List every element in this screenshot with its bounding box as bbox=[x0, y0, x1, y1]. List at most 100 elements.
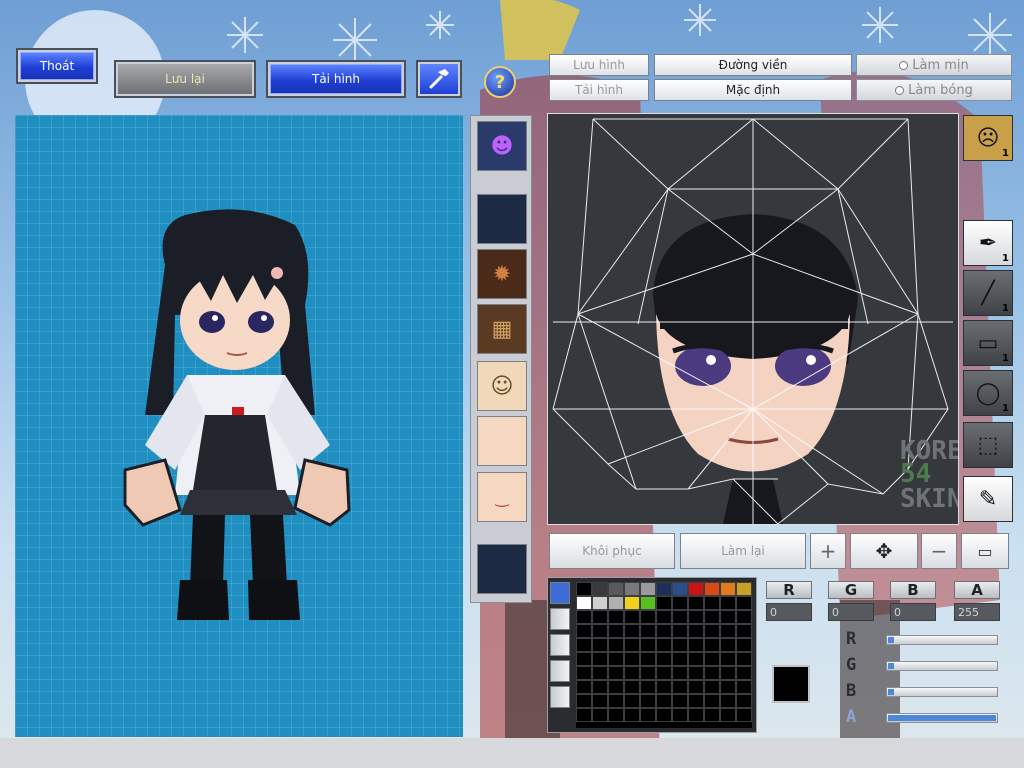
palette-swatch[interactable] bbox=[720, 596, 736, 610]
thumb-empty-2[interactable] bbox=[477, 544, 527, 594]
palette-swatch[interactable] bbox=[624, 666, 640, 680]
restore-button[interactable]: Khôi phục bbox=[549, 533, 675, 569]
palette-swatch[interactable] bbox=[640, 652, 656, 666]
palette-swatch[interactable] bbox=[720, 652, 736, 666]
palette-tab-2[interactable] bbox=[550, 608, 570, 630]
palette-swatch[interactable] bbox=[672, 596, 688, 610]
palette-swatch[interactable] bbox=[688, 638, 704, 652]
help-button[interactable]: ? bbox=[484, 66, 516, 98]
palette-swatch[interactable] bbox=[608, 680, 624, 694]
palette-swatch[interactable] bbox=[704, 638, 720, 652]
r-slider-track[interactable] bbox=[886, 635, 998, 645]
palette-swatch[interactable] bbox=[608, 694, 624, 708]
palette-swatch[interactable] bbox=[592, 624, 608, 638]
palette-swatch[interactable] bbox=[576, 596, 592, 610]
redo-button[interactable]: Làm lại bbox=[680, 533, 806, 569]
palette-swatch[interactable] bbox=[592, 638, 608, 652]
palette-swatch[interactable] bbox=[688, 624, 704, 638]
hammer-button[interactable] bbox=[416, 60, 462, 98]
palette-swatch[interactable] bbox=[624, 582, 640, 596]
palette-swatch[interactable] bbox=[672, 652, 688, 666]
palette-swatch[interactable] bbox=[576, 624, 592, 638]
palette-swatch[interactable] bbox=[720, 610, 736, 624]
move-button[interactable]: ✥ bbox=[850, 533, 918, 569]
palette-swatch[interactable] bbox=[624, 596, 640, 610]
palette-swatch[interactable] bbox=[656, 624, 672, 638]
b-slider[interactable]: B bbox=[846, 681, 998, 701]
palette-swatch[interactable] bbox=[640, 638, 656, 652]
palette-swatch[interactable] bbox=[688, 596, 704, 610]
a-slider[interactable]: A bbox=[846, 707, 998, 727]
palette-swatch[interactable] bbox=[656, 652, 672, 666]
b-value-field[interactable]: 0 bbox=[890, 603, 936, 621]
outline-tab[interactable]: Đường viền bbox=[654, 54, 852, 76]
palette-swatch[interactable] bbox=[672, 680, 688, 694]
palette-swatch[interactable] bbox=[736, 596, 752, 610]
b-slider-track[interactable] bbox=[886, 687, 998, 697]
select-tool-button[interactable]: ⬚ bbox=[963, 422, 1013, 468]
palette-swatch[interactable] bbox=[576, 680, 592, 694]
palette-swatch[interactable] bbox=[672, 610, 688, 624]
palette-tab-5[interactable] bbox=[550, 686, 570, 708]
palette-swatch[interactable] bbox=[576, 638, 592, 652]
palette-swatch[interactable] bbox=[688, 582, 704, 596]
palette-swatch[interactable] bbox=[672, 708, 688, 722]
palette-swatch[interactable] bbox=[656, 708, 672, 722]
palette-swatch[interactable] bbox=[720, 624, 736, 638]
g-slider[interactable]: G bbox=[846, 655, 998, 675]
fit-view-button[interactable]: ▭ bbox=[961, 533, 1009, 569]
palette-swatch[interactable] bbox=[736, 666, 752, 680]
thumb-empty-1[interactable] bbox=[477, 194, 527, 244]
palette-swatch[interactable] bbox=[720, 680, 736, 694]
palette-swatch[interactable] bbox=[736, 610, 752, 624]
palette-swatch[interactable] bbox=[608, 610, 624, 624]
palette-swatch[interactable] bbox=[672, 624, 688, 638]
g-value-field[interactable]: 0 bbox=[828, 603, 874, 621]
rect-tool-button[interactable]: ▭ 1 bbox=[963, 320, 1013, 366]
a-value-field[interactable]: 255 bbox=[954, 603, 1000, 621]
palette-swatch[interactable] bbox=[624, 680, 640, 694]
palette-swatch[interactable] bbox=[704, 708, 720, 722]
palette-swatch[interactable] bbox=[592, 610, 608, 624]
palette-swatch[interactable] bbox=[624, 624, 640, 638]
palette-swatch[interactable] bbox=[608, 708, 624, 722]
palette-swatch[interactable] bbox=[720, 708, 736, 722]
palette-swatch[interactable] bbox=[576, 694, 592, 708]
ellipse-tool-button[interactable]: ◯ 1 bbox=[963, 370, 1013, 416]
thumb-armor[interactable]: ▦ bbox=[477, 304, 527, 354]
save-button[interactable]: Lưu lại bbox=[114, 60, 256, 98]
save-image-tab[interactable]: Lưu hình bbox=[549, 54, 649, 76]
palette-swatch[interactable] bbox=[592, 680, 608, 694]
palette-swatch[interactable] bbox=[624, 652, 640, 666]
palette-swatch[interactable] bbox=[640, 694, 656, 708]
palette-swatch[interactable] bbox=[576, 666, 592, 680]
g-slider-track[interactable] bbox=[886, 661, 998, 671]
palette-swatch[interactable] bbox=[576, 708, 592, 722]
palette-swatch[interactable] bbox=[688, 652, 704, 666]
palette-swatch[interactable] bbox=[592, 708, 608, 722]
palette-swatch[interactable] bbox=[656, 694, 672, 708]
palette-swatch[interactable] bbox=[592, 694, 608, 708]
palette-swatch[interactable] bbox=[736, 694, 752, 708]
palette-swatch[interactable] bbox=[736, 624, 752, 638]
palette-swatch[interactable] bbox=[640, 596, 656, 610]
palette-swatch[interactable] bbox=[656, 666, 672, 680]
palette-tab-4[interactable] bbox=[550, 660, 570, 682]
palette-swatch[interactable] bbox=[656, 582, 672, 596]
palette-swatch[interactable] bbox=[592, 596, 608, 610]
palette-swatch[interactable] bbox=[576, 652, 592, 666]
palette-swatch[interactable] bbox=[688, 694, 704, 708]
palette-tab-3[interactable] bbox=[550, 634, 570, 656]
palette-swatch[interactable] bbox=[592, 652, 608, 666]
r-slider[interactable]: R bbox=[846, 629, 998, 649]
load-image-tab[interactable]: Tải hình bbox=[549, 79, 649, 101]
character-preview[interactable] bbox=[15, 115, 463, 737]
a-slider-track[interactable] bbox=[886, 713, 998, 723]
palette-swatch[interactable] bbox=[640, 582, 656, 596]
palette-swatch[interactable] bbox=[656, 610, 672, 624]
palette-swatch[interactable] bbox=[576, 582, 592, 596]
palette-swatch[interactable] bbox=[640, 680, 656, 694]
palette-swatch[interactable] bbox=[704, 694, 720, 708]
palette-swatch[interactable] bbox=[704, 610, 720, 624]
zoom-out-button[interactable]: − bbox=[921, 533, 957, 569]
